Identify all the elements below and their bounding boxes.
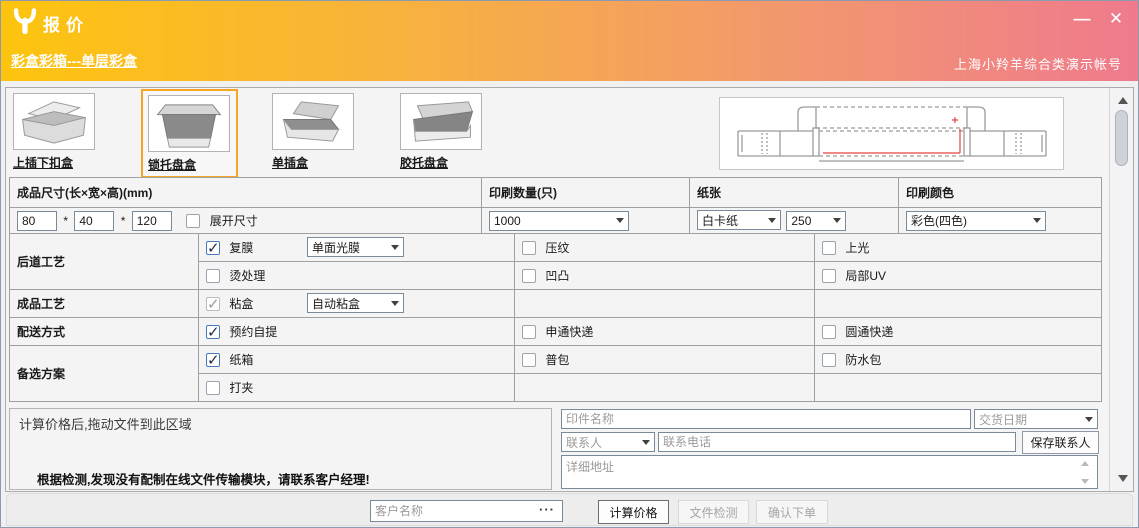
- vertical-scrollbar[interactable]: [1109, 88, 1133, 491]
- file-drop-zone[interactable]: 计算价格后,拖动文件到此区域 根据检测,发现没有配制在线文件传输模块，请联系客户…: [9, 408, 552, 490]
- paper-weight-select[interactable]: 250: [786, 211, 846, 231]
- process-table: 后道工艺 复膜 单面光膜 压纹 上光 烫处理: [9, 233, 1102, 402]
- category-finish-process: 成品工艺: [10, 290, 199, 318]
- scrollbar-thumb[interactable]: [1115, 110, 1128, 166]
- box-thumbnail-image: [148, 95, 230, 152]
- foil-stamp-checkbox[interactable]: [206, 269, 220, 283]
- print-color-select[interactable]: 彩色(四色): [906, 211, 1046, 231]
- size-header: 成品尺寸(长×宽×高)(mm): [10, 178, 482, 208]
- box-type-item-1[interactable]: 上插下扣盒: [13, 93, 95, 172]
- box-type-label[interactable]: 锁托盘盒: [148, 156, 196, 173]
- save-contact-button[interactable]: 保存联系人: [1022, 431, 1099, 454]
- box-type-item-4[interactable]: 胶托盘盒: [400, 93, 482, 172]
- contact-select[interactable]: 联系人: [561, 432, 655, 452]
- box-type-label[interactable]: 上插下扣盒: [13, 154, 73, 171]
- bottom-bar-panel: [6, 493, 1133, 526]
- glue-type-select[interactable]: 自动粘盒: [307, 293, 404, 313]
- quantity-select[interactable]: 1000: [489, 211, 629, 231]
- chevron-down-icon: [768, 218, 776, 223]
- chevron-down-icon: [1033, 218, 1041, 223]
- empty-cell: [515, 374, 815, 402]
- width-input[interactable]: [74, 211, 114, 231]
- dieline-preview: [719, 97, 1064, 170]
- drop-zone-hint: 计算价格后,拖动文件到此区域: [19, 414, 192, 433]
- laminate-checkbox[interactable]: [206, 241, 220, 255]
- close-button[interactable]: ✕: [1100, 7, 1132, 31]
- box-thumbnail-image: [400, 93, 482, 150]
- expand-size-checkbox[interactable]: [186, 214, 200, 228]
- scroll-up-icon[interactable]: [1118, 97, 1128, 104]
- category-post-process: 后道工艺: [10, 234, 199, 290]
- embossing-checkbox[interactable]: [522, 269, 536, 283]
- browse-dots-button[interactable]: ···: [539, 502, 555, 517]
- chevron-down-icon: [1085, 417, 1093, 422]
- chevron-down-icon: [642, 440, 650, 445]
- self-pickup-checkbox[interactable]: [206, 325, 220, 339]
- print-name-input[interactable]: [561, 409, 971, 429]
- calc-price-button[interactable]: 计算价格: [598, 500, 669, 524]
- file-check-button: 文件检测: [678, 500, 749, 524]
- confirm-order-button: 确认下单: [756, 500, 828, 524]
- scroll-down-icon[interactable]: [1118, 475, 1128, 482]
- height-input[interactable]: [132, 211, 172, 231]
- bottom-action-bar: [1, 492, 1138, 528]
- size-separator: *: [63, 214, 68, 228]
- delivery-date-select[interactable]: 交货日期: [974, 409, 1098, 429]
- color-header: 印刷颜色: [899, 178, 1102, 208]
- dieline-drawing-image: [720, 98, 1063, 169]
- plain-pack-checkbox[interactable]: [522, 353, 536, 367]
- gloss-checkbox[interactable]: [822, 241, 836, 255]
- spot-uv-checkbox[interactable]: [822, 269, 836, 283]
- expand-size-label: 展开尺寸: [210, 214, 258, 228]
- box-type-item-3[interactable]: 单插盒: [272, 93, 354, 172]
- empty-cell: [815, 374, 1102, 402]
- paper-header: 纸张: [690, 178, 899, 208]
- phone-input[interactable]: [658, 432, 1016, 452]
- empty-cell: [815, 290, 1102, 318]
- yto-express-checkbox[interactable]: [822, 325, 836, 339]
- category-delivery: 配送方式: [10, 318, 199, 346]
- empty-cell: [515, 290, 815, 318]
- box-thumbnail-image: [272, 93, 354, 150]
- spec-table: 成品尺寸(长×宽×高)(mm) 印刷数量(只) 纸张 印刷颜色 * * 展开尺寸…: [9, 177, 1102, 234]
- chevron-down-icon: [833, 218, 841, 223]
- app-title: 报价: [43, 11, 89, 36]
- address-textarea[interactable]: [561, 455, 1098, 489]
- quote-window: 报价 — ✕ 彩盒彩箱---单层彩盒 上海小羚羊综合类演示帐号 上插下扣盒 锁托…: [0, 0, 1139, 528]
- chevron-down-icon: [391, 301, 399, 306]
- account-name: 上海小羚羊综合类演示帐号: [954, 54, 1122, 73]
- size-separator: *: [121, 214, 126, 228]
- antelope-logo-icon: [12, 8, 38, 34]
- module-warning-text: 根据检测,发现没有配制在线文件传输模块，请联系客户经理!: [37, 469, 370, 488]
- glue-box-checkbox: [206, 297, 220, 311]
- chevron-down-icon: [391, 245, 399, 250]
- box-type-item-2-selected[interactable]: 锁托盘盒: [141, 89, 238, 178]
- title-bar: 报价 — ✕ 彩盒彩箱---单层彩盒 上海小羚羊综合类演示帐号: [1, 1, 1138, 81]
- length-input[interactable]: [17, 211, 57, 231]
- box-thumbnail-image: [13, 93, 95, 150]
- chevron-down-icon: [616, 218, 624, 223]
- paper-type-select[interactable]: 白卡纸: [697, 210, 781, 230]
- category-alternative: 备选方案: [10, 346, 199, 402]
- quantity-header: 印刷数量(只): [482, 178, 690, 208]
- category-breadcrumb-link[interactable]: 彩盒彩箱---单层彩盒: [11, 51, 137, 71]
- film-type-select[interactable]: 单面光膜: [307, 237, 404, 257]
- waterproof-pack-checkbox[interactable]: [822, 353, 836, 367]
- box-type-label[interactable]: 胶托盘盒: [400, 154, 448, 171]
- clip-checkbox[interactable]: [206, 381, 220, 395]
- carton-checkbox[interactable]: [206, 353, 220, 367]
- customer-name-input[interactable]: [370, 500, 563, 522]
- emboss-texture-checkbox[interactable]: [522, 241, 536, 255]
- textarea-scroll-down-icon[interactable]: [1081, 479, 1089, 484]
- minimize-button[interactable]: —: [1066, 7, 1098, 31]
- box-type-label[interactable]: 单插盒: [272, 154, 308, 171]
- textarea-scroll-up-icon[interactable]: [1081, 461, 1089, 466]
- sto-express-checkbox[interactable]: [522, 325, 536, 339]
